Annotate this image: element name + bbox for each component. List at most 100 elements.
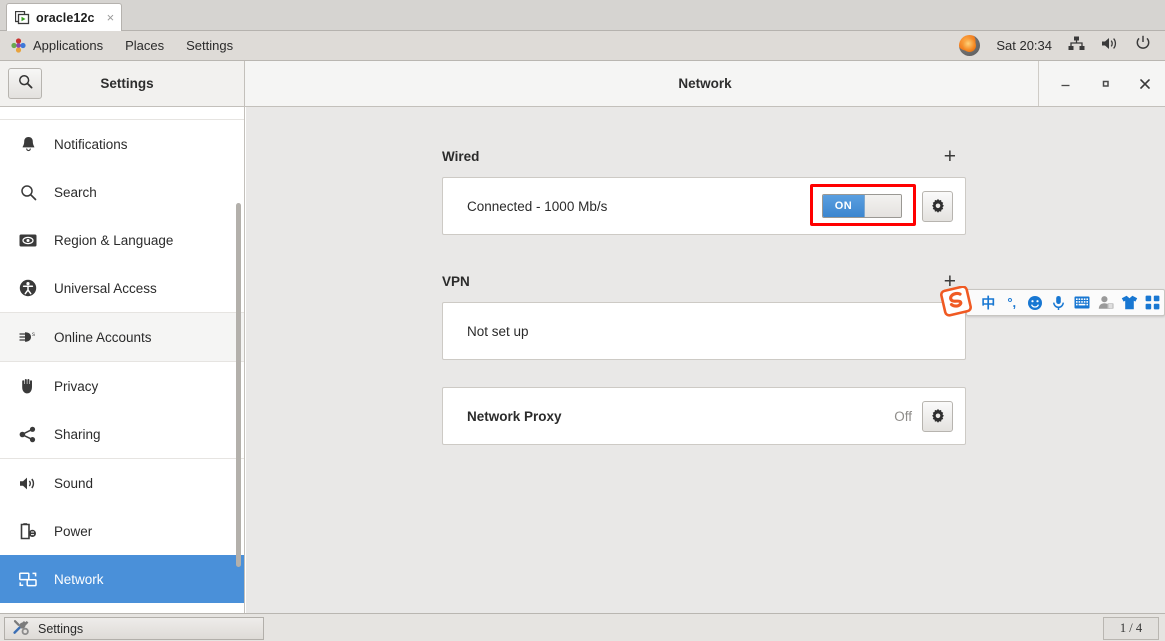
workspace-indicator[interactable]: 1 / 4: [1103, 617, 1159, 640]
network-wired-icon: [1068, 36, 1085, 56]
vpn-title: VPN: [442, 273, 470, 289]
bell-icon: [18, 136, 38, 152]
sidebar-item-label: Search: [54, 184, 97, 200]
sidebar-item-label: Network: [54, 571, 104, 587]
sidebar-list: Notifications Search Region & Language U…: [0, 107, 244, 613]
emoji-icon[interactable]: [1024, 291, 1047, 314]
panel-menu-settings-label: Settings: [186, 38, 234, 53]
sidebar-item-label: Sound: [54, 475, 94, 491]
wired-settings-button[interactable]: [922, 190, 953, 222]
search-icon: [18, 74, 33, 94]
panel-menu-settings[interactable]: Settings: [175, 31, 244, 60]
taskbar-window-label: Settings: [38, 621, 84, 636]
network-proxy-settings-button[interactable]: [922, 400, 953, 432]
vm-screen-icon: [14, 10, 30, 25]
window-headerbar: Settings Network: [0, 61, 1165, 107]
speaker-icon: [18, 476, 38, 491]
tray-firefox-button[interactable]: [951, 35, 988, 56]
ime-toolbar: 中 °,: [966, 289, 1165, 316]
sidebar-item-label: Power: [54, 523, 93, 539]
panel-menus: Applications Places Settings: [0, 31, 244, 60]
main-headerbar: Network: [245, 61, 1165, 106]
search-icon: [18, 184, 38, 201]
punctuation-icon[interactable]: °,: [1001, 291, 1024, 314]
panel-menu-applications[interactable]: Applications: [0, 31, 114, 60]
wired-section-header: Wired +: [442, 141, 966, 171]
close-icon[interactable]: ×: [107, 11, 115, 24]
sidebar-item-label: Sharing: [54, 426, 101, 442]
soft-keyboard-icon[interactable]: [1071, 291, 1094, 314]
vpn-section-header: VPN +: [442, 266, 966, 296]
share-icon: [18, 426, 38, 443]
tray-power-button[interactable]: [1127, 35, 1159, 56]
sidebar-item-power[interactable]: Power: [0, 507, 244, 555]
tools-icon: [13, 619, 30, 638]
sidebar-item-privacy[interactable]: Privacy: [0, 362, 244, 410]
region-language-icon: [18, 234, 38, 247]
power-icon: [1135, 35, 1151, 56]
minimize-button[interactable]: [1045, 61, 1085, 107]
volume-icon: [1101, 36, 1119, 56]
panel-menu-places[interactable]: Places: [114, 31, 175, 60]
firefox-icon: [959, 35, 981, 56]
tray-clock[interactable]: Sat 20:34: [988, 38, 1060, 53]
vm-tab-oracle12c[interactable]: oracle12c ×: [6, 3, 123, 31]
search-button[interactable]: [8, 68, 42, 99]
page-title: Network: [678, 76, 732, 91]
sidebar-item-label: Region & Language: [54, 232, 174, 248]
sidebar-item-label: Privacy: [54, 378, 99, 394]
network-panel-column: Wired + Connected - 1000 Mb/s ON VPN + N…: [442, 107, 966, 445]
settings-sidebar[interactable]: Notifications Search Region & Language U…: [0, 107, 245, 613]
wired-status-label: Connected - 1000 Mb/s: [467, 198, 608, 214]
sogou-logo-icon[interactable]: [940, 285, 972, 317]
vpn-card: Not set up: [442, 302, 966, 360]
panel-menu-places-label: Places: [125, 38, 165, 53]
wired-title: Wired: [442, 148, 480, 164]
network-proxy-row: Network Proxy Off: [443, 388, 965, 444]
chinese-mode-icon[interactable]: 中: [977, 291, 1000, 314]
close-button[interactable]: [1125, 61, 1165, 107]
sidebar-item-sound[interactable]: Sound: [0, 459, 244, 507]
gear-icon: [931, 198, 944, 213]
sidebar-item-region-language[interactable]: Region & Language: [0, 216, 244, 264]
add-wired-button[interactable]: +: [940, 146, 960, 167]
sidebar-item-sharing[interactable]: Sharing: [0, 410, 244, 458]
vm-tab-strip: oracle12c ×: [0, 0, 1165, 31]
workspace-label: 1 / 4: [1119, 621, 1143, 635]
sidebar-item-label: Notifications: [54, 136, 128, 152]
sidebar-scrollbar[interactable]: [232, 107, 244, 613]
wired-toggle[interactable]: ON: [822, 194, 902, 218]
voice-input-icon[interactable]: [1048, 291, 1071, 314]
sidebar-item-network[interactable]: Network: [0, 555, 244, 603]
network-icon: [18, 571, 38, 587]
taskbar-window-settings[interactable]: Settings: [4, 617, 264, 640]
user-account-icon[interactable]: [1095, 291, 1118, 314]
network-proxy-card: Network Proxy Off: [442, 387, 966, 445]
tray-volume-button[interactable]: [1093, 36, 1127, 56]
sidebar-item-label: Online Accounts: [54, 329, 152, 345]
maximize-button[interactable]: [1085, 61, 1125, 107]
sidebar-item-clipped[interactable]: [0, 107, 244, 119]
network-settings-content: Wired + Connected - 1000 Mb/s ON VPN + N…: [246, 107, 1165, 613]
tray-network-button[interactable]: [1060, 36, 1093, 56]
sidebar-item-online-accounts[interactable]: s Online Accounts: [0, 313, 244, 361]
sidebar-item-notifications[interactable]: Notifications: [0, 120, 244, 168]
accessibility-icon: [18, 279, 38, 297]
sidebar-item-universal-access[interactable]: Universal Access: [0, 264, 244, 312]
wired-toggle-wrapper: ON: [810, 184, 916, 226]
toolbox-grid-icon[interactable]: [1142, 291, 1165, 314]
vm-tab-label: oracle12c: [36, 10, 95, 25]
vpn-row: Not set up: [443, 303, 965, 359]
panel-menu-applications-label: Applications: [33, 38, 104, 53]
gnome-top-panel: Applications Places Settings Sat 20:34: [0, 31, 1165, 61]
online-accounts-icon: s: [18, 330, 38, 344]
settings-window: Settings Network Notifications Search Re…: [0, 61, 1165, 613]
wired-card: Connected - 1000 Mb/s ON: [442, 177, 966, 235]
chinese-mode-label: 中: [981, 294, 996, 311]
sidebar-scrollbar-thumb[interactable]: [236, 203, 241, 567]
sidebar-item-search[interactable]: Search: [0, 168, 244, 216]
window-controls: [1038, 61, 1165, 106]
gear-icon: [931, 408, 944, 423]
skin-theme-icon[interactable]: [1118, 291, 1141, 314]
svg-text:s: s: [32, 332, 35, 338]
